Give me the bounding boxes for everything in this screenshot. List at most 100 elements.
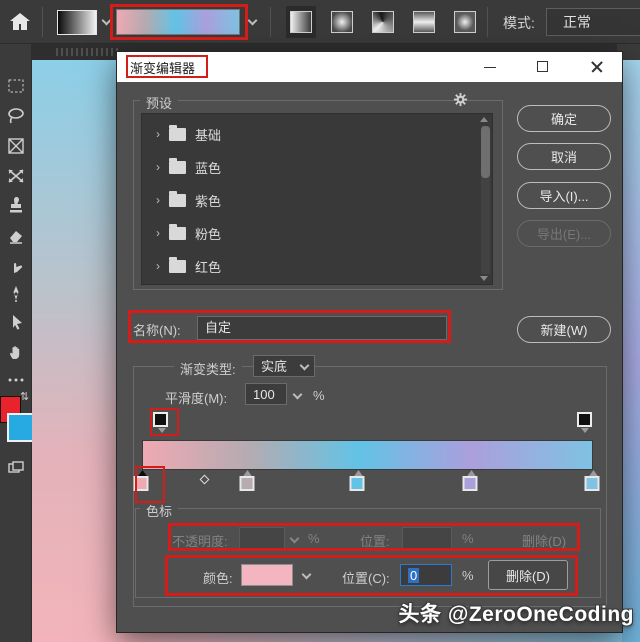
select-tool-icon[interactable]: [6, 312, 26, 332]
gradient-picker-thumbnail[interactable]: [57, 10, 97, 35]
opacity-position-label: 位置:: [360, 531, 390, 550]
gradient-style-buttons: [286, 5, 480, 39]
photoshop-window: 模式: 正常 ⇅ 渐变编辑器 预设 ›基础›蓝色›紫色›粉色›红色: [0, 0, 640, 642]
eraser-tool-icon[interactable]: [6, 226, 26, 246]
expand-chevron-icon[interactable]: ›: [156, 226, 160, 240]
preset-folder-list[interactable]: ›基础›蓝色›紫色›粉色›红色: [141, 113, 493, 285]
canvas-gradient-bottom: [117, 632, 622, 642]
maximize-icon: [537, 61, 548, 72]
expand-chevron-icon[interactable]: ›: [156, 259, 160, 273]
screen-mode-tool-icon[interactable]: [6, 458, 26, 478]
new-button[interactable]: 新建(W): [517, 316, 611, 343]
dialog-title: 渐变编辑器: [130, 58, 195, 77]
color-stop-marker[interactable]: [239, 470, 256, 496]
dialog-titlebar[interactable]: 渐变编辑器: [117, 52, 622, 82]
chevron-down-icon: [289, 533, 299, 543]
folder-icon: [169, 260, 186, 273]
gradient-preview-bar[interactable]: [116, 9, 240, 35]
chevron-down-icon[interactable]: [102, 16, 112, 26]
preset-folder-1[interactable]: › 基础: [142, 119, 492, 149]
stop-swatch: [239, 476, 254, 491]
preset-folder-label: 基础: [195, 125, 221, 144]
opacity-position-input: [402, 527, 452, 549]
minimize-button[interactable]: [468, 52, 512, 82]
document-tab-text: [56, 48, 118, 56]
export-button: 导出(E)...: [517, 220, 611, 247]
opacity-stop-marker[interactable]: [577, 412, 592, 427]
move-tool-icon[interactable]: [6, 166, 26, 186]
lasso-tool-icon[interactable]: [6, 106, 26, 126]
chevron-down-icon[interactable]: [248, 16, 258, 26]
opacity-input: [239, 527, 285, 549]
separator: [42, 7, 43, 37]
folder-icon: [169, 194, 186, 207]
stop-swatch: [134, 476, 149, 491]
gear-icon[interactable]: [453, 92, 468, 112]
smoothness-input[interactable]: 100: [245, 383, 287, 405]
color-position-input[interactable]: 0: [400, 564, 452, 586]
gradient-editor-dialog: 渐变编辑器 预设 ›基础›蓝色›紫色›粉色›红色 确定 取消 导入(I)... …: [117, 52, 622, 632]
radial-gradient-style-button[interactable]: [327, 6, 357, 38]
gradient-type-label: 渐变类型:: [174, 359, 242, 378]
expand-chevron-icon[interactable]: ›: [156, 193, 160, 207]
mode-label: 模式:: [503, 13, 535, 33]
preset-folder-4[interactable]: ›粉色: [142, 218, 492, 248]
expand-chevron-icon[interactable]: ›: [156, 127, 160, 141]
mode-select[interactable]: 正常: [546, 8, 640, 36]
color-stop-marker[interactable]: [463, 470, 480, 496]
diamond-gradient-style-button[interactable]: [450, 6, 480, 38]
opacity-stop-marker[interactable]: [153, 412, 168, 427]
opacity-unit: %: [308, 531, 320, 546]
options-toolbar: 模式: 正常: [0, 0, 640, 44]
marquee-tool-icon[interactable]: [6, 76, 26, 96]
opacity-position-unit: %: [462, 531, 474, 546]
pen-tool-icon[interactable]: [6, 284, 26, 304]
color-swatch[interactable]: [241, 564, 293, 586]
opacity-label: 不透明度:: [172, 531, 228, 550]
smoothness-dropdown[interactable]: [288, 383, 306, 405]
expand-chevron-icon[interactable]: ›: [156, 160, 160, 174]
more-tool-icon[interactable]: [6, 370, 26, 390]
maximize-button[interactable]: [521, 52, 565, 82]
angle-gradient-style-button[interactable]: [368, 6, 398, 38]
smudge-tool-icon[interactable]: [6, 256, 26, 276]
linear-gradient-style-button[interactable]: [286, 6, 316, 38]
stops-label: 色标: [140, 501, 178, 520]
minimize-icon: [484, 67, 496, 68]
close-button[interactable]: [575, 52, 619, 82]
import-button[interactable]: 导入(I)...: [517, 182, 611, 209]
folder-icon: [169, 227, 186, 240]
tools-panel: ⇅: [0, 44, 32, 642]
stop-swatch: [463, 476, 478, 491]
preset-folder-2[interactable]: › 蓝色: [142, 152, 492, 182]
preset-folder-label: 红色: [195, 257, 221, 276]
separator: [487, 7, 488, 37]
reflected-gradient-style-button[interactable]: [409, 6, 439, 38]
stamp-tool-icon[interactable]: [6, 196, 26, 216]
stop-swatch: [585, 476, 600, 491]
color-stop-marker[interactable]: [585, 470, 602, 496]
background-color-swatch[interactable]: [7, 413, 35, 442]
color-stop-marker[interactable]: [134, 470, 151, 496]
home-icon[interactable]: [8, 10, 32, 34]
preset-folder-3[interactable]: ›紫色: [142, 185, 492, 215]
opacity-dropdown: [285, 527, 303, 549]
stop-swatch: [350, 476, 365, 491]
canvas-gradient-right: [622, 60, 640, 642]
hand-tool-icon[interactable]: [6, 342, 26, 362]
swap-colors-icon[interactable]: ⇅: [20, 390, 29, 403]
gradient-editor-bar[interactable]: [142, 440, 593, 470]
slice-tool-icon[interactable]: [6, 136, 26, 156]
folder-icon: [169, 161, 186, 174]
name-input[interactable]: 自定: [197, 316, 447, 340]
reflected-gradient-icon: [413, 11, 435, 33]
preset-folder-5[interactable]: › 红色: [142, 251, 492, 281]
smoothness-unit: %: [313, 388, 325, 403]
color-delete-button[interactable]: 删除(D): [488, 560, 568, 590]
color-stop-marker[interactable]: [350, 470, 367, 496]
cancel-button[interactable]: 取消: [517, 143, 611, 170]
smoothness-label: 平滑度(M):: [165, 388, 227, 407]
ok-button[interactable]: 确定: [517, 105, 611, 132]
radial-gradient-icon: [331, 11, 353, 33]
preset-folder-label: 蓝色: [195, 158, 221, 177]
